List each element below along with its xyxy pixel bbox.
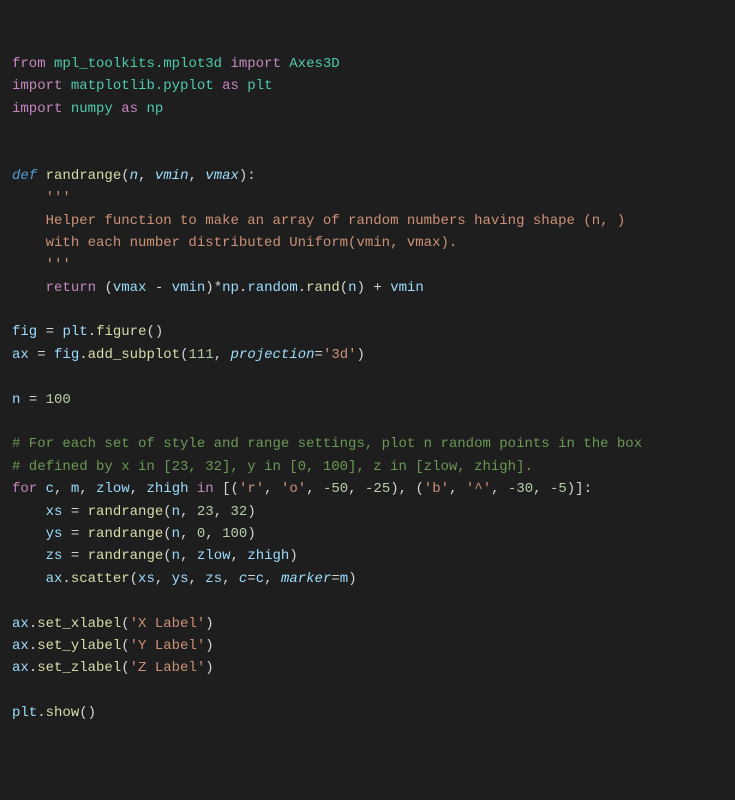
comment: # For each set of style and range settin…	[12, 436, 642, 452]
module: matplotlib.pyplot	[71, 78, 214, 94]
var: ax	[46, 571, 63, 587]
comment: # defined by x in [23, 32], y in [0, 100…	[12, 459, 533, 475]
var: n	[172, 548, 180, 564]
var: ax	[12, 347, 29, 363]
var: zlow	[96, 481, 130, 497]
var: ax	[12, 638, 29, 654]
attr: random	[247, 280, 297, 296]
docstring-open: '''	[46, 190, 71, 206]
docstring-line: Helper function to make an array of rand…	[46, 213, 626, 229]
var: vmax	[113, 280, 147, 296]
kwarg: projection	[231, 347, 315, 363]
number: -5	[550, 481, 567, 497]
string: '^'	[466, 481, 491, 497]
var: xs	[138, 571, 155, 587]
var: n	[348, 280, 356, 296]
var: zhigh	[146, 481, 188, 497]
kw-def: def	[12, 168, 37, 184]
var: ax	[12, 660, 29, 676]
number: -25	[365, 481, 390, 497]
call: show	[46, 705, 80, 721]
var: ys	[172, 571, 189, 587]
var: vmin	[172, 280, 206, 296]
var: xs	[46, 504, 63, 520]
call: randrange	[88, 526, 164, 542]
var: fig	[54, 347, 79, 363]
string: 'Z Label'	[130, 660, 206, 676]
alias: np	[146, 101, 163, 117]
var: np	[222, 280, 239, 296]
var: n	[12, 392, 20, 408]
var: n	[172, 526, 180, 542]
kw-import: import	[12, 78, 62, 94]
number: 32	[231, 504, 248, 520]
var: c	[46, 481, 54, 497]
alias: plt	[247, 78, 272, 94]
number: 100	[222, 526, 247, 542]
call: randrange	[88, 504, 164, 520]
number: 23	[197, 504, 214, 520]
string: 'b'	[424, 481, 449, 497]
var: ax	[12, 616, 29, 632]
kw-as: as	[222, 78, 239, 94]
call: set_xlabel	[37, 616, 121, 632]
string: 'X Label'	[130, 616, 206, 632]
call: figure	[96, 324, 146, 340]
string: 'o'	[281, 481, 306, 497]
string: 'Y Label'	[130, 638, 206, 654]
string: '3d'	[323, 347, 357, 363]
kw-for: for	[12, 481, 37, 497]
param: vmin	[155, 168, 189, 184]
var: ys	[46, 526, 63, 542]
kw-import: import	[12, 101, 62, 117]
var: c	[256, 571, 264, 587]
kw-import: import	[230, 56, 280, 72]
module: numpy	[71, 101, 113, 117]
number: -50	[323, 481, 348, 497]
var: zs	[205, 571, 222, 587]
kwarg: marker	[281, 571, 331, 587]
number: -30	[508, 481, 533, 497]
number: 111	[188, 347, 213, 363]
call: set_zlabel	[37, 660, 121, 676]
kw-return: return	[46, 280, 96, 296]
call: scatter	[71, 571, 130, 587]
kw-from: from	[12, 56, 46, 72]
var: plt	[62, 324, 87, 340]
param: n	[130, 168, 138, 184]
call: rand	[306, 280, 340, 296]
call: set_ylabel	[37, 638, 121, 654]
var: vmin	[390, 280, 424, 296]
docstring-close: '''	[46, 257, 71, 273]
var: zhigh	[247, 548, 289, 564]
docstring-line: with each number distributed Uniform(vmi…	[46, 235, 458, 251]
var: fig	[12, 324, 37, 340]
kw-as: as	[121, 101, 138, 117]
call: add_subplot	[88, 347, 180, 363]
var: n	[172, 504, 180, 520]
kw-in: in	[197, 481, 214, 497]
function-name: randrange	[46, 168, 122, 184]
call: randrange	[88, 548, 164, 564]
param: vmax	[205, 168, 239, 184]
var: m	[71, 481, 79, 497]
imported-name: Axes3D	[289, 56, 339, 72]
var: zlow	[197, 548, 231, 564]
code-block: from mpl_toolkits.mplot3d import Axes3D …	[12, 53, 723, 725]
var: zs	[46, 548, 63, 564]
var: plt	[12, 705, 37, 721]
var: m	[340, 571, 348, 587]
string: 'r'	[239, 481, 264, 497]
module: mpl_toolkits.mplot3d	[54, 56, 222, 72]
number: 100	[46, 392, 71, 408]
